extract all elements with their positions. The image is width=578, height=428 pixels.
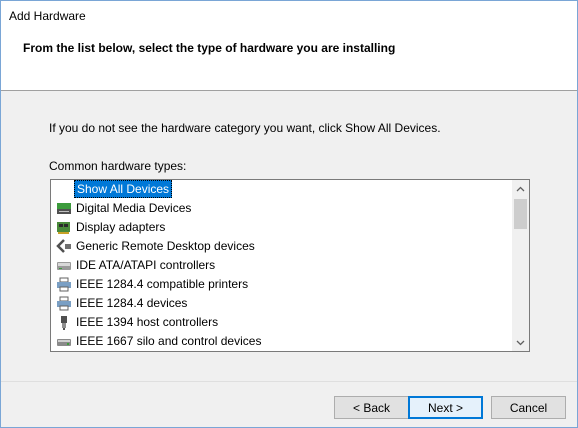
instruction-text: If you do not see the hardware category … bbox=[49, 121, 441, 135]
list-item-ieee-1284-4-devices[interactable]: IEEE 1284.4 devices bbox=[51, 294, 512, 313]
footer-divider bbox=[1, 381, 577, 382]
window-title: Add Hardware bbox=[9, 9, 86, 23]
back-button[interactable]: < Back bbox=[334, 396, 409, 419]
list-item-label: Show All Devices bbox=[74, 180, 173, 198]
list-item-show-all-devices[interactable]: Show All Devices bbox=[51, 180, 512, 199]
cancel-button[interactable]: Cancel bbox=[491, 396, 566, 419]
printer-icon bbox=[57, 296, 71, 311]
list-item-generic-remote-desktop-devices[interactable]: Generic Remote Desktop devices bbox=[51, 237, 512, 256]
list-item-digital-media-devices[interactable]: Digital Media Devices bbox=[51, 199, 512, 218]
media-device-icon bbox=[57, 203, 71, 214]
hardware-types-list[interactable]: Show All Devices Digital Media Devices D… bbox=[50, 179, 530, 352]
list-item-ide-ata-atapi-controllers[interactable]: IDE ATA/ATAPI controllers bbox=[51, 256, 512, 275]
next-button[interactable]: Next > bbox=[408, 396, 483, 419]
scroll-down-button[interactable] bbox=[512, 334, 529, 351]
printer-icon bbox=[57, 277, 71, 292]
silo-device-icon bbox=[57, 339, 71, 346]
list-scrollbar[interactable] bbox=[512, 180, 529, 351]
display-adapter-icon bbox=[57, 222, 70, 234]
list-item-ieee-1284-4-compatible-printers[interactable]: IEEE 1284.4 compatible printers bbox=[51, 275, 512, 294]
wizard-header: Add Hardware From the list below, select… bbox=[1, 1, 577, 91]
list-item-display-adapters[interactable]: Display adapters bbox=[51, 218, 512, 237]
list-item-ieee-1667-silo-and-control-devices[interactable]: IEEE 1667 silo and control devices bbox=[51, 332, 512, 351]
host-controller-icon bbox=[61, 316, 67, 330]
list-item-label: IEEE 1284.4 devices bbox=[76, 296, 188, 310]
chevron-up-icon bbox=[516, 186, 525, 191]
add-hardware-window: Add Hardware From the list below, select… bbox=[0, 0, 578, 428]
remote-desktop-icon bbox=[56, 239, 71, 253]
list-items-container: Show All Devices Digital Media Devices D… bbox=[51, 180, 512, 351]
list-item-ieee-1394-host-controllers[interactable]: IEEE 1394 host controllers bbox=[51, 313, 512, 332]
list-item-label: IEEE 1284.4 compatible printers bbox=[76, 277, 249, 291]
list-item-label: IDE ATA/ATAPI controllers bbox=[76, 258, 216, 272]
scroll-thumb[interactable] bbox=[514, 199, 527, 229]
list-item-label: Generic Remote Desktop devices bbox=[76, 239, 255, 253]
list-item-label: IEEE 1667 silo and control devices bbox=[76, 334, 262, 348]
scroll-up-button[interactable] bbox=[512, 180, 529, 197]
chevron-down-icon bbox=[516, 340, 525, 345]
list-item-label: IEEE 1394 host controllers bbox=[76, 315, 219, 329]
page-heading: From the list below, select the type of … bbox=[23, 41, 396, 55]
hardware-types-label: Common hardware types: bbox=[49, 159, 187, 173]
ide-controller-icon bbox=[57, 262, 71, 270]
list-item-label: Digital Media Devices bbox=[76, 201, 192, 215]
list-item-label: Display adapters bbox=[76, 220, 166, 234]
